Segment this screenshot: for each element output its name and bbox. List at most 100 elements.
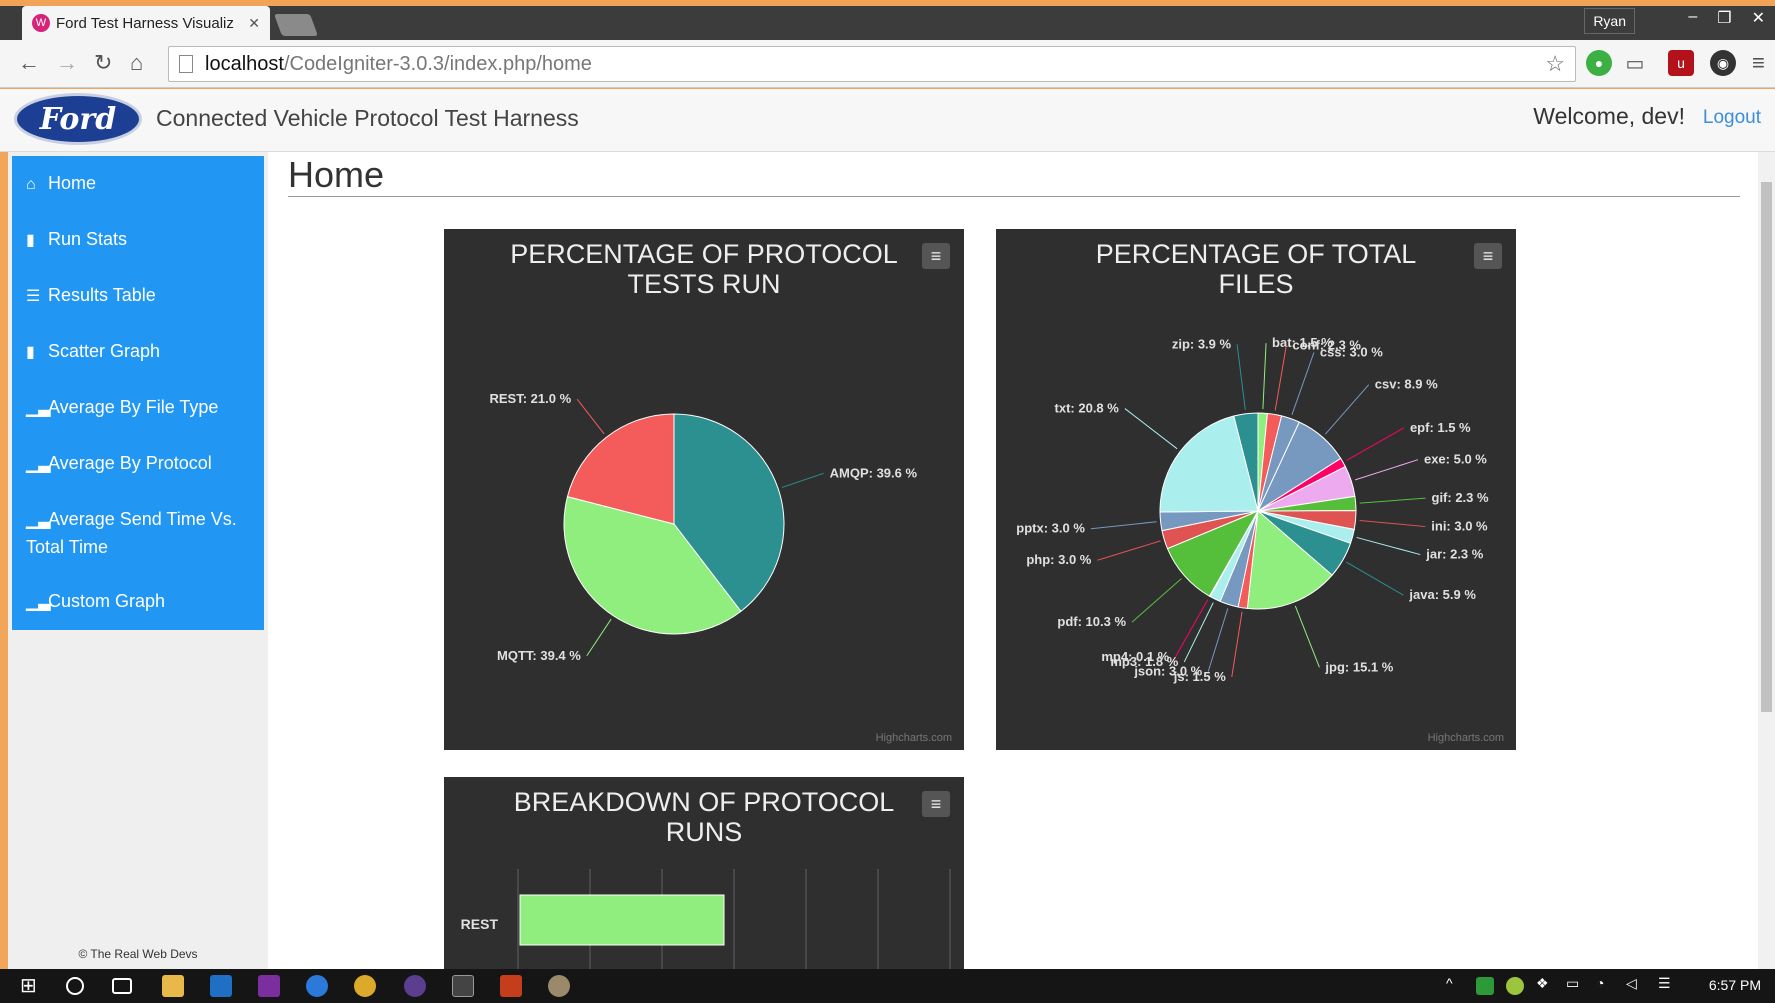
page-icon	[179, 55, 193, 73]
sidebar-item-label: Average Send Time Vs. Total Time	[26, 509, 237, 557]
action-center-icon[interactable]: ☰	[1658, 975, 1680, 997]
close-tab-icon[interactable]: ✕	[248, 15, 260, 32]
file-explorer-icon[interactable]	[162, 975, 184, 997]
forward-icon[interactable]: →	[56, 50, 78, 76]
connector-line	[1262, 343, 1267, 410]
show-hidden-icons[interactable]: ^	[1446, 975, 1468, 997]
volume-icon[interactable]: ◁	[1626, 975, 1648, 997]
ford-logo[interactable]: Ford	[14, 93, 142, 145]
tray-icon[interactable]	[1506, 977, 1524, 995]
outlook-icon[interactable]	[210, 975, 232, 997]
edge-icon[interactable]	[306, 975, 328, 997]
connector-line	[1131, 578, 1182, 623]
sidebar-item-results-table[interactable]: ☰ Results Table	[12, 268, 264, 324]
home-browser-icon[interactable]: ⌂	[130, 50, 143, 76]
connector-line	[1236, 344, 1246, 410]
data-label: zip: 3.9 %	[1172, 336, 1232, 351]
dropbox-icon[interactable]: ❖	[1536, 975, 1558, 997]
connector-line	[1097, 540, 1161, 561]
paint-icon[interactable]	[548, 975, 570, 997]
home-icon: ⌂	[26, 176, 36, 193]
url-path: /CodeIgniter-3.0.3/index.php/home	[283, 52, 592, 75]
table-icon: ☰	[26, 288, 41, 305]
terminal-icon[interactable]	[452, 975, 474, 997]
category-label: REST	[461, 916, 499, 932]
connector-line	[1294, 605, 1320, 668]
logout-link[interactable]: Logout	[1703, 107, 1761, 129]
sidebar-item-scatter-graph[interactable]: ▮ Scatter Graph	[12, 324, 264, 380]
app-icon[interactable]	[404, 975, 426, 997]
search-icon[interactable]	[66, 977, 84, 995]
bar-chart-icon: ▮	[26, 344, 35, 361]
battery-icon[interactable]: ▭	[1566, 975, 1588, 997]
data-label: csv: 8.9 %	[1375, 377, 1438, 392]
sidebar-item-average-by-protocol[interactable]: ▁▃Average By Protocol	[12, 436, 264, 492]
sidebar-item-label: Run Stats	[48, 229, 128, 249]
welcome-text: Welcome, dev!	[1533, 103, 1685, 129]
connector-line	[1174, 599, 1209, 658]
favicon-icon: W	[32, 14, 50, 32]
sidebar-item-custom-graph[interactable]: ▁▃Custom Graph	[12, 574, 264, 630]
close-window-icon[interactable]: ✕	[1752, 8, 1765, 28]
data-label: mp4: 0.1 %	[1101, 649, 1169, 664]
data-label: exe: 5.0 %	[1424, 452, 1487, 467]
bookmark-star-icon[interactable]: ☆	[1545, 51, 1565, 77]
signal-icon: ▁▃	[26, 400, 51, 417]
data-label: gif: 2.3 %	[1432, 490, 1490, 505]
page-scrollbar[interactable]	[1758, 152, 1775, 969]
sidebar-item-average-by-file-type[interactable]: ▁▃Average By File Type	[12, 380, 264, 436]
sidebar-item-label: Scatter Graph	[48, 341, 161, 361]
connector-line	[1124, 408, 1178, 450]
app-header: Ford Connected Vehicle Protocol Test Har…	[0, 89, 1775, 152]
sidebar-item-home[interactable]: ⌂ Home	[12, 156, 264, 212]
chrome-icon[interactable]	[354, 975, 376, 997]
ublock-icon[interactable]: u	[1668, 50, 1694, 76]
app-title: Connected Vehicle Protocol Test Harness	[156, 105, 579, 131]
connector-line	[1324, 384, 1370, 435]
data-label: REST: 21.0 %	[490, 391, 572, 406]
connector-line	[1231, 611, 1243, 678]
connector-line	[1359, 519, 1426, 528]
browser-toolbar: ← → ↻ ⌂ localhost/CodeIgniter-3.0.3/inde…	[0, 40, 1775, 88]
data-label: pptx: 3.0 %	[1016, 521, 1085, 536]
task-view-icon[interactable]	[112, 978, 132, 994]
powerpoint-icon[interactable]	[500, 975, 522, 997]
bar-REST[interactable]	[519, 894, 725, 946]
privacy-extension-icon[interactable]: ◉	[1710, 50, 1736, 76]
connector-line	[1183, 602, 1214, 663]
window-controls: – ❐ ✕	[1688, 8, 1765, 28]
profile-button[interactable]: Ryan	[1584, 8, 1635, 34]
highcharts-credit[interactable]: Highcharts.com	[876, 732, 952, 744]
sidebar-item-run-stats[interactable]: ▮ Run Stats	[12, 212, 264, 268]
highcharts-credit[interactable]: Highcharts.com	[1428, 732, 1504, 744]
extension-icon[interactable]: ●	[1586, 50, 1612, 76]
wifi-icon[interactable]: ◔	[1596, 975, 1618, 997]
connector-line	[781, 472, 824, 488]
footer-copyright: © The Real Web Devs	[78, 947, 198, 961]
data-label: MQTT: 39.4 %	[497, 648, 581, 663]
connector-line	[1274, 345, 1287, 411]
main-content: Home PERCENTAGE OF PROTOCOL TESTS RUN ≡ …	[268, 152, 1758, 969]
sidebar-item-label: Average By File Type	[48, 397, 219, 417]
back-icon[interactable]: ←	[18, 50, 40, 76]
browser-tab[interactable]: W Ford Test Harness Visualiz ✕	[22, 6, 270, 40]
browser-tab-bar: W Ford Test Harness Visualiz ✕ Ryan – ❐ …	[0, 0, 1775, 40]
scrollbar-thumb[interactable]	[1761, 182, 1772, 712]
tray-icon[interactable]	[1476, 977, 1494, 995]
windows-start-icon[interactable]: ⊞	[20, 973, 42, 997]
sidebar-item-average-send-time[interactable]: ▁▃Average Send Time Vs. Total Time	[12, 492, 264, 574]
restore-icon[interactable]: ❐	[1717, 8, 1731, 28]
connector-line	[586, 618, 612, 657]
data-label: ini: 3.0 %	[1431, 519, 1488, 534]
sidebar-item-label: Home	[48, 173, 97, 193]
menu-icon[interactable]: ≡	[1752, 50, 1765, 76]
onenote-icon[interactable]	[258, 975, 280, 997]
new-tab-button[interactable]	[273, 14, 319, 36]
address-bar[interactable]: localhost/CodeIgniter-3.0.3/index.php/ho…	[168, 46, 1576, 82]
minimize-icon[interactable]: –	[1688, 8, 1697, 28]
cast-icon[interactable]: ▭	[1622, 50, 1648, 76]
data-label: txt: 20.8 %	[1055, 401, 1120, 416]
signal-icon: ▁▃	[26, 594, 51, 611]
connector-line	[1359, 497, 1426, 504]
reload-icon[interactable]: ↻	[94, 50, 112, 76]
